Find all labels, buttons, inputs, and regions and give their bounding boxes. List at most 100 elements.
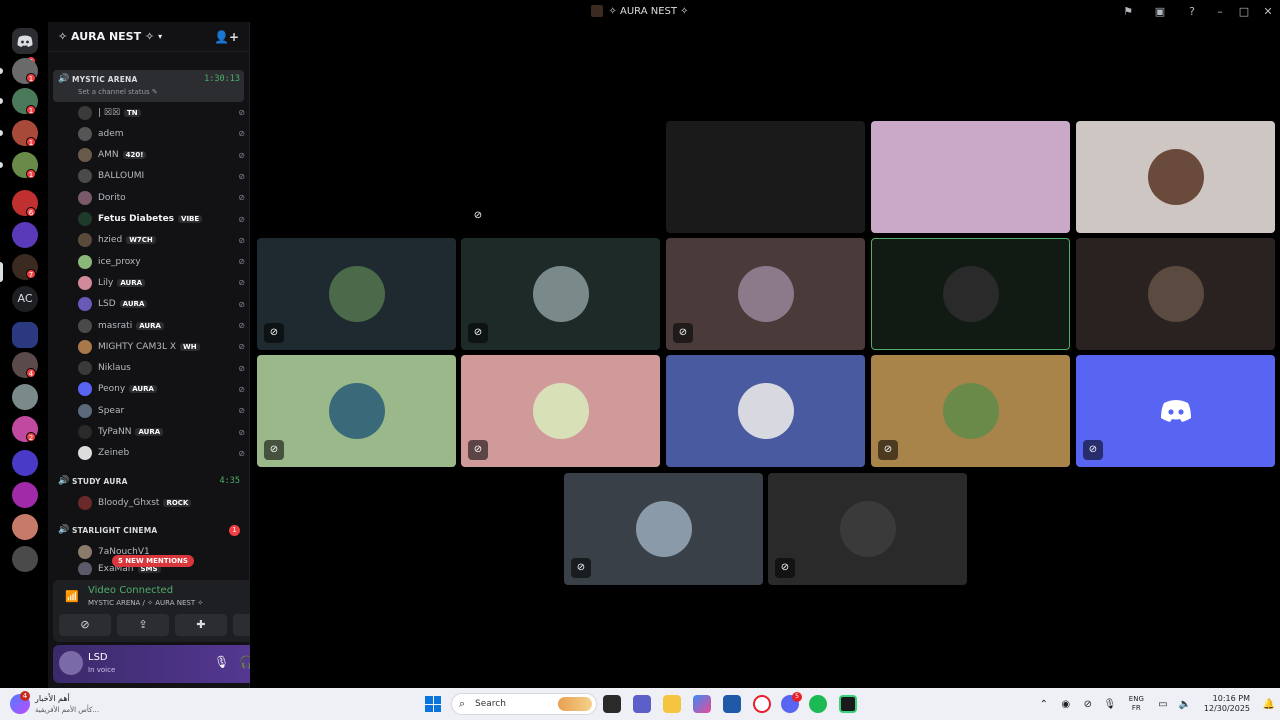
unread-pill <box>0 130 3 136</box>
server-header[interactable]: ✧ AURA NEST ✧ ▾ 👤+ <box>48 22 249 52</box>
signal-icon[interactable]: 📶 <box>65 590 79 603</box>
inbox-icon[interactable]: ⚑ <box>1112 5 1144 18</box>
clock[interactable]: 10:16 PM 12/30/2025 <box>1204 694 1250 714</box>
server-icon[interactable] <box>12 546 38 572</box>
avatar <box>78 382 92 397</box>
video-tile[interactable] <box>666 355 865 467</box>
video-tile[interactable]: ⊘ <box>461 121 660 233</box>
muted-icon: ⊘ <box>468 323 488 343</box>
news-widget[interactable]: 4 أهم الأخبار كأس الأمم الأفريقية... <box>10 691 110 717</box>
news-title: أهم الأخبار <box>35 694 70 703</box>
voice-member[interactable]: MIGHTY CAM3L X WH ⊘ <box>78 336 248 357</box>
help-icon[interactable]: ? <box>1176 5 1208 18</box>
video-tile[interactable]: ⊘ <box>257 238 456 350</box>
voice-member[interactable]: | ☒☒ TN ⊘ <box>78 102 248 123</box>
server-icon[interactable] <box>12 450 38 476</box>
add-member-icon[interactable]: 👤+ <box>214 30 239 44</box>
muted-icon: ⊘ <box>1083 440 1103 460</box>
voice-member[interactable]: Bloody_Ghxst ROCK <box>78 492 248 513</box>
voice-member[interactable]: masrati AURA ⊘ <box>78 315 248 336</box>
notification-icon[interactable]: 🔔 <box>1258 699 1280 710</box>
app-icon[interactable] <box>839 695 857 713</box>
voice-member[interactable]: Peony AURA ⊘ <box>78 379 248 400</box>
voice-channel-row[interactable]: 🔊 STARLIGHT CINEMA 1 <box>48 523 250 537</box>
member-name: MIGHTY CAM3L X <box>98 341 176 352</box>
network-icon[interactable]: ▭ <box>1152 699 1174 710</box>
avatar <box>78 544 92 559</box>
voice-member[interactable]: Spear ⊘ <box>78 400 248 421</box>
voice-member[interactable]: Fetus Diabetes VIBE ⊘ <box>78 209 248 230</box>
voice-member[interactable]: LSD AURA ⊘ <box>78 294 248 315</box>
file-explorer-icon[interactable] <box>663 695 681 713</box>
voice-member[interactable]: Zeineb ⊘ <box>78 443 248 464</box>
new-mentions-button[interactable]: 5 NEW MENTIONS <box>112 555 194 567</box>
video-tile[interactable]: ⊘ <box>564 473 763 585</box>
avatar <box>78 275 92 290</box>
avatar <box>78 212 92 226</box>
participant-avatar <box>942 266 999 322</box>
voice-member[interactable]: ice_proxy ⊘ <box>78 251 248 272</box>
teams-icon[interactable] <box>633 695 651 713</box>
voice-status-subtitle[interactable]: MYSTIC ARENA / ✧ AURA NEST ✧ <box>88 599 203 607</box>
participant-avatar <box>942 383 999 439</box>
microphone-icon[interactable]: 🎙 <box>214 655 239 669</box>
voice-member[interactable]: Lily AURA ⊘ <box>78 272 248 293</box>
member-name: masrati <box>98 320 133 331</box>
video-tile[interactable]: ⊘ <box>666 238 865 350</box>
task-view-icon[interactable] <box>603 695 621 713</box>
video-tile[interactable] <box>1076 121 1275 233</box>
video-tile[interactable] <box>871 121 1070 233</box>
opera-icon[interactable] <box>753 695 771 713</box>
microphone-icon[interactable]: 🎙 <box>1099 699 1121 710</box>
video-tile[interactable] <box>1076 238 1275 350</box>
voice-member[interactable]: Dorito ⊘ <box>78 187 248 208</box>
video-tile[interactable]: ⊘ <box>768 473 967 585</box>
voice-member[interactable]: Niklaus ⊘ <box>78 358 248 379</box>
video-tile[interactable]: ⊘ <box>461 238 660 350</box>
store-icon[interactable] <box>723 695 741 713</box>
activities-button[interactable]: ✚ <box>175 614 227 636</box>
language-indicator[interactable]: ENG FR <box>1129 695 1144 713</box>
avatar <box>78 148 92 163</box>
maximize-button[interactable]: □ <box>1232 5 1256 18</box>
video-tile[interactable]: ⊘ <box>1076 355 1275 467</box>
copilot-icon[interactable] <box>693 695 711 713</box>
avatar <box>78 105 92 120</box>
participant-avatar <box>737 266 794 322</box>
server-text-icon[interactable]: AC <box>12 286 38 312</box>
video-tile[interactable] <box>871 238 1070 350</box>
server-icon[interactable] <box>12 384 38 410</box>
muted-icon: ⊘ <box>878 440 898 460</box>
screen-icon[interactable]: ▣ <box>1144 5 1176 18</box>
folder-icon[interactable] <box>12 322 38 348</box>
avatar[interactable] <box>59 651 83 675</box>
chevron-up-icon[interactable]: ⌃ <box>1033 699 1055 710</box>
voice-member[interactable]: AMN 420! ⊘ <box>78 145 248 166</box>
voice-member[interactable]: TyPaNN AURA ⊘ <box>78 422 248 443</box>
muted-icon: ⊘ <box>238 299 248 309</box>
discord-home-icon[interactable] <box>12 28 38 54</box>
screen-share-button[interactable]: ⇪ <box>117 614 169 636</box>
camera-toggle-button[interactable]: ⊘ <box>59 614 111 636</box>
voice-member[interactable]: hzied W7CH ⊘ <box>78 230 248 251</box>
minimize-button[interactable]: – <box>1208 5 1232 18</box>
video-tile[interactable] <box>666 121 865 233</box>
start-button[interactable] <box>425 696 441 712</box>
video-tile[interactable]: ⊘ <box>257 355 456 467</box>
volume-icon[interactable]: 🔈 <box>1174 699 1196 710</box>
voice-member[interactable]: adem ⊘ <box>78 123 248 144</box>
voice-channel-row[interactable]: 🔊 STUDY AURA 4:35 <box>48 474 250 488</box>
app-tray-icon[interactable]: ◉ <box>1055 699 1077 710</box>
search-box[interactable]: ⌕ Search <box>451 693 597 715</box>
server-icon[interactable] <box>12 222 38 248</box>
close-button[interactable]: ✕ <box>1256 5 1280 18</box>
vpn-icon[interactable]: ⊘ <box>1077 699 1099 710</box>
video-tile[interactable]: ⊘ <box>461 355 660 467</box>
channel-status-prompt[interactable]: Set a channel status ✎ <box>78 88 158 96</box>
spotify-icon[interactable] <box>809 695 827 713</box>
server-icon[interactable] <box>12 514 38 540</box>
server-badge: 4 <box>26 368 36 378</box>
server-icon[interactable] <box>12 482 38 508</box>
voice-member[interactable]: BALLOUMI ⊘ <box>78 166 248 187</box>
video-tile[interactable]: ⊘ <box>871 355 1070 467</box>
